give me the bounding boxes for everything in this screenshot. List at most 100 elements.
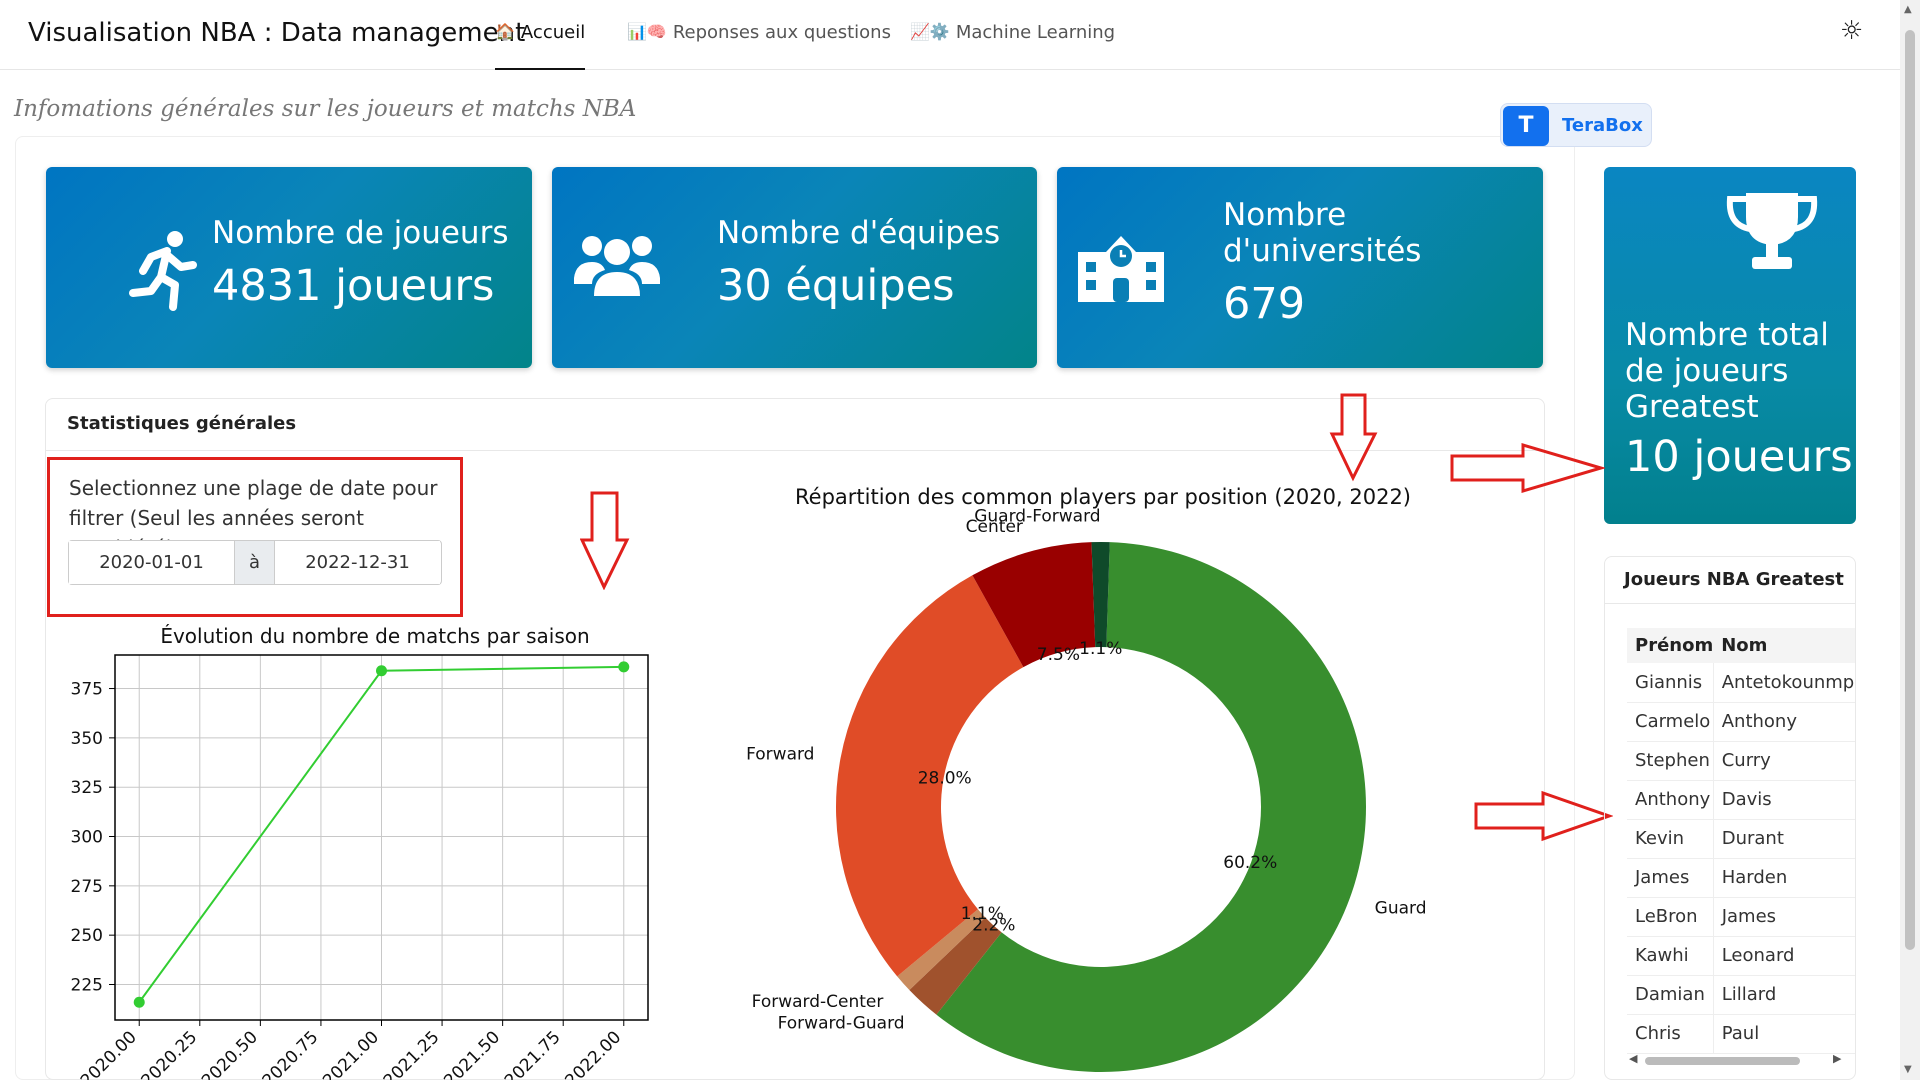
x-tick-label: 2020.25 xyxy=(137,1027,201,1080)
tab-reponses[interactable]: 📊🧠 Reponses aux questions xyxy=(627,22,891,70)
slice-pct-label: 1.1% xyxy=(961,904,1004,924)
tab-machine-learning[interactable]: 📈⚙️ Machine Learning xyxy=(910,22,1115,70)
slice-pct-label: 28.0% xyxy=(918,769,972,789)
y-tick-label: 250 xyxy=(71,926,103,946)
cell-nom: Antetokounmpo xyxy=(1713,663,1855,703)
annotation-arrow-right xyxy=(1450,442,1605,494)
annotation-arrow-right xyxy=(1474,790,1613,842)
kpi-label: Nombre d'équipes xyxy=(717,215,1001,251)
cell-prenom: Giannis xyxy=(1627,663,1714,703)
kpi-value: 679 xyxy=(1223,279,1306,329)
scroll-left-icon[interactable]: ◀ xyxy=(1629,1052,1637,1065)
date-filter-box: Selectionnez une plage de date pour filt… xyxy=(47,457,463,617)
cell-prenom: Kawhi xyxy=(1627,936,1714,976)
kpi-card-teams: Nombre d'équipes 30 équipes xyxy=(552,167,1037,368)
top-navbar: Visualisation NBA : Data management 🏠 Ac… xyxy=(0,0,1900,70)
cell-nom: James xyxy=(1713,897,1855,937)
slice-label: Guard xyxy=(1375,898,1427,918)
greatest-title: Joueurs NBA Greatest xyxy=(1624,569,1844,590)
table-row: Anthony Davis xyxy=(1627,780,1855,820)
table-row: Damian Lillard xyxy=(1627,975,1855,1015)
kpi-card-players: Nombre de joueurs 4831 joueurs xyxy=(46,167,532,368)
column-header-nom[interactable]: Nom xyxy=(1713,628,1855,663)
kpi-value: 30 équipes xyxy=(717,261,955,311)
tab-label: Reponses aux questions xyxy=(672,22,891,43)
cell-prenom: Carmelo xyxy=(1627,702,1714,742)
annotation-arrow-down xyxy=(580,491,630,590)
data-point xyxy=(133,996,145,1008)
x-tick-label: 2021.00 xyxy=(319,1027,383,1080)
donut-chart: Répartition des common players par posit… xyxy=(746,485,1427,1072)
cell-nom: Paul xyxy=(1713,1014,1855,1054)
data-point xyxy=(618,661,630,673)
x-tick-label: 2021.50 xyxy=(440,1027,504,1080)
scrollbar-thumb[interactable] xyxy=(1905,30,1915,950)
chart-title: Évolution du nombre de matchs par saison xyxy=(160,624,589,648)
scroll-down-icon[interactable]: ▼ xyxy=(1904,1064,1912,1075)
page-scrollbar[interactable]: ▲ ▼ xyxy=(1900,0,1920,1080)
cell-nom: Curry xyxy=(1713,741,1855,781)
cell-prenom: Anthony xyxy=(1627,780,1714,820)
scrollbar-thumb[interactable] xyxy=(1645,1057,1800,1065)
y-tick-label: 275 xyxy=(71,877,103,897)
tab-label: Accueil xyxy=(520,22,586,43)
x-tick-label: 2020.75 xyxy=(259,1027,323,1080)
slice-label: Guard-Forward xyxy=(974,507,1100,527)
cell-nom: Leonard xyxy=(1713,936,1855,976)
kpi-label: Nombre d'universités xyxy=(1223,197,1421,269)
x-tick-label: 2021.75 xyxy=(501,1027,565,1080)
x-tick-label: 2022.00 xyxy=(561,1027,625,1080)
column-header-prenom[interactable]: Prénom xyxy=(1627,628,1714,663)
cell-prenom: James xyxy=(1627,858,1714,898)
scroll-up-icon[interactable]: ▲ xyxy=(1904,4,1912,15)
x-tick-label: 2020.50 xyxy=(198,1027,262,1080)
chart-brain-icon: 📊🧠 xyxy=(627,22,667,41)
cell-prenom: LeBron xyxy=(1627,897,1714,937)
slice-pct-label: 7.5% xyxy=(1037,645,1080,665)
table-horizontal-scrollbar[interactable]: ◀ ▶ xyxy=(1625,1052,1849,1068)
greatest-players-card: Joueurs NBA Greatest Prénom Nom Giannis A… xyxy=(1604,556,1856,1080)
y-tick-label: 350 xyxy=(71,729,103,749)
page-subtitle: Infomations générales sur les joueurs et… xyxy=(14,96,637,122)
sun-icon: ☼ xyxy=(1840,16,1864,46)
people-group-icon xyxy=(574,236,660,296)
kpi-card-universities: Nombre d'universités 679 xyxy=(1057,167,1543,368)
terabox-widget[interactable]: T TeraBox xyxy=(1500,103,1652,147)
table-row: James Harden xyxy=(1627,858,1855,898)
date-end-input[interactable] xyxy=(275,541,440,584)
stats-header: Statistiques générales xyxy=(46,399,1544,451)
running-person-icon xyxy=(129,231,197,311)
trophy-icon xyxy=(1726,193,1818,269)
kpi-label: Nombre de joueurs xyxy=(212,215,509,251)
slice-label: Forward-Center xyxy=(752,992,884,1012)
school-building-icon xyxy=(1078,236,1164,302)
table-header-row: Prénom Nom xyxy=(1627,628,1855,663)
date-start-input[interactable] xyxy=(69,541,234,584)
greatest-players-table: Prénom Nom Giannis Antetokounmpo Carmelo An… xyxy=(1627,628,1855,1054)
theme-toggle-button[interactable]: ☼ xyxy=(1840,16,1863,46)
slice-label: Forward-Guard xyxy=(778,1013,905,1033)
y-tick-label: 300 xyxy=(71,828,103,848)
cell-prenom: Damian xyxy=(1627,975,1714,1015)
annotation-arrow-down xyxy=(1329,393,1378,482)
cell-nom: Harden xyxy=(1713,858,1855,898)
table-row: Giannis Antetokounmpo xyxy=(1627,663,1855,703)
x-tick-label: 2020.00 xyxy=(77,1027,141,1080)
kpi-label: Nombre total de joueurs Greatest xyxy=(1625,317,1829,425)
app-title: Visualisation NBA : Data management xyxy=(28,18,526,48)
chart-title: Répartition des common players par posit… xyxy=(795,485,1411,509)
slice-label: Forward xyxy=(746,744,814,764)
terabox-label: TeraBox xyxy=(1562,115,1643,136)
y-tick-label: 225 xyxy=(71,975,103,995)
cell-prenom: Stephen xyxy=(1627,741,1714,781)
tab-accueil[interactable]: 🏠 Accueil xyxy=(495,22,586,70)
kpi-label-line2: d'universités xyxy=(1223,233,1422,269)
date-range-picker: à xyxy=(68,540,442,585)
scroll-right-icon[interactable]: ▶ xyxy=(1833,1052,1841,1065)
data-point xyxy=(376,665,387,677)
table-row: LeBron James xyxy=(1627,897,1855,937)
table-row: Kevin Durant xyxy=(1627,819,1855,859)
x-tick-label: 2021.25 xyxy=(380,1027,444,1080)
table-row: Chris Paul xyxy=(1627,1014,1855,1054)
cell-prenom: Kevin xyxy=(1627,819,1714,859)
